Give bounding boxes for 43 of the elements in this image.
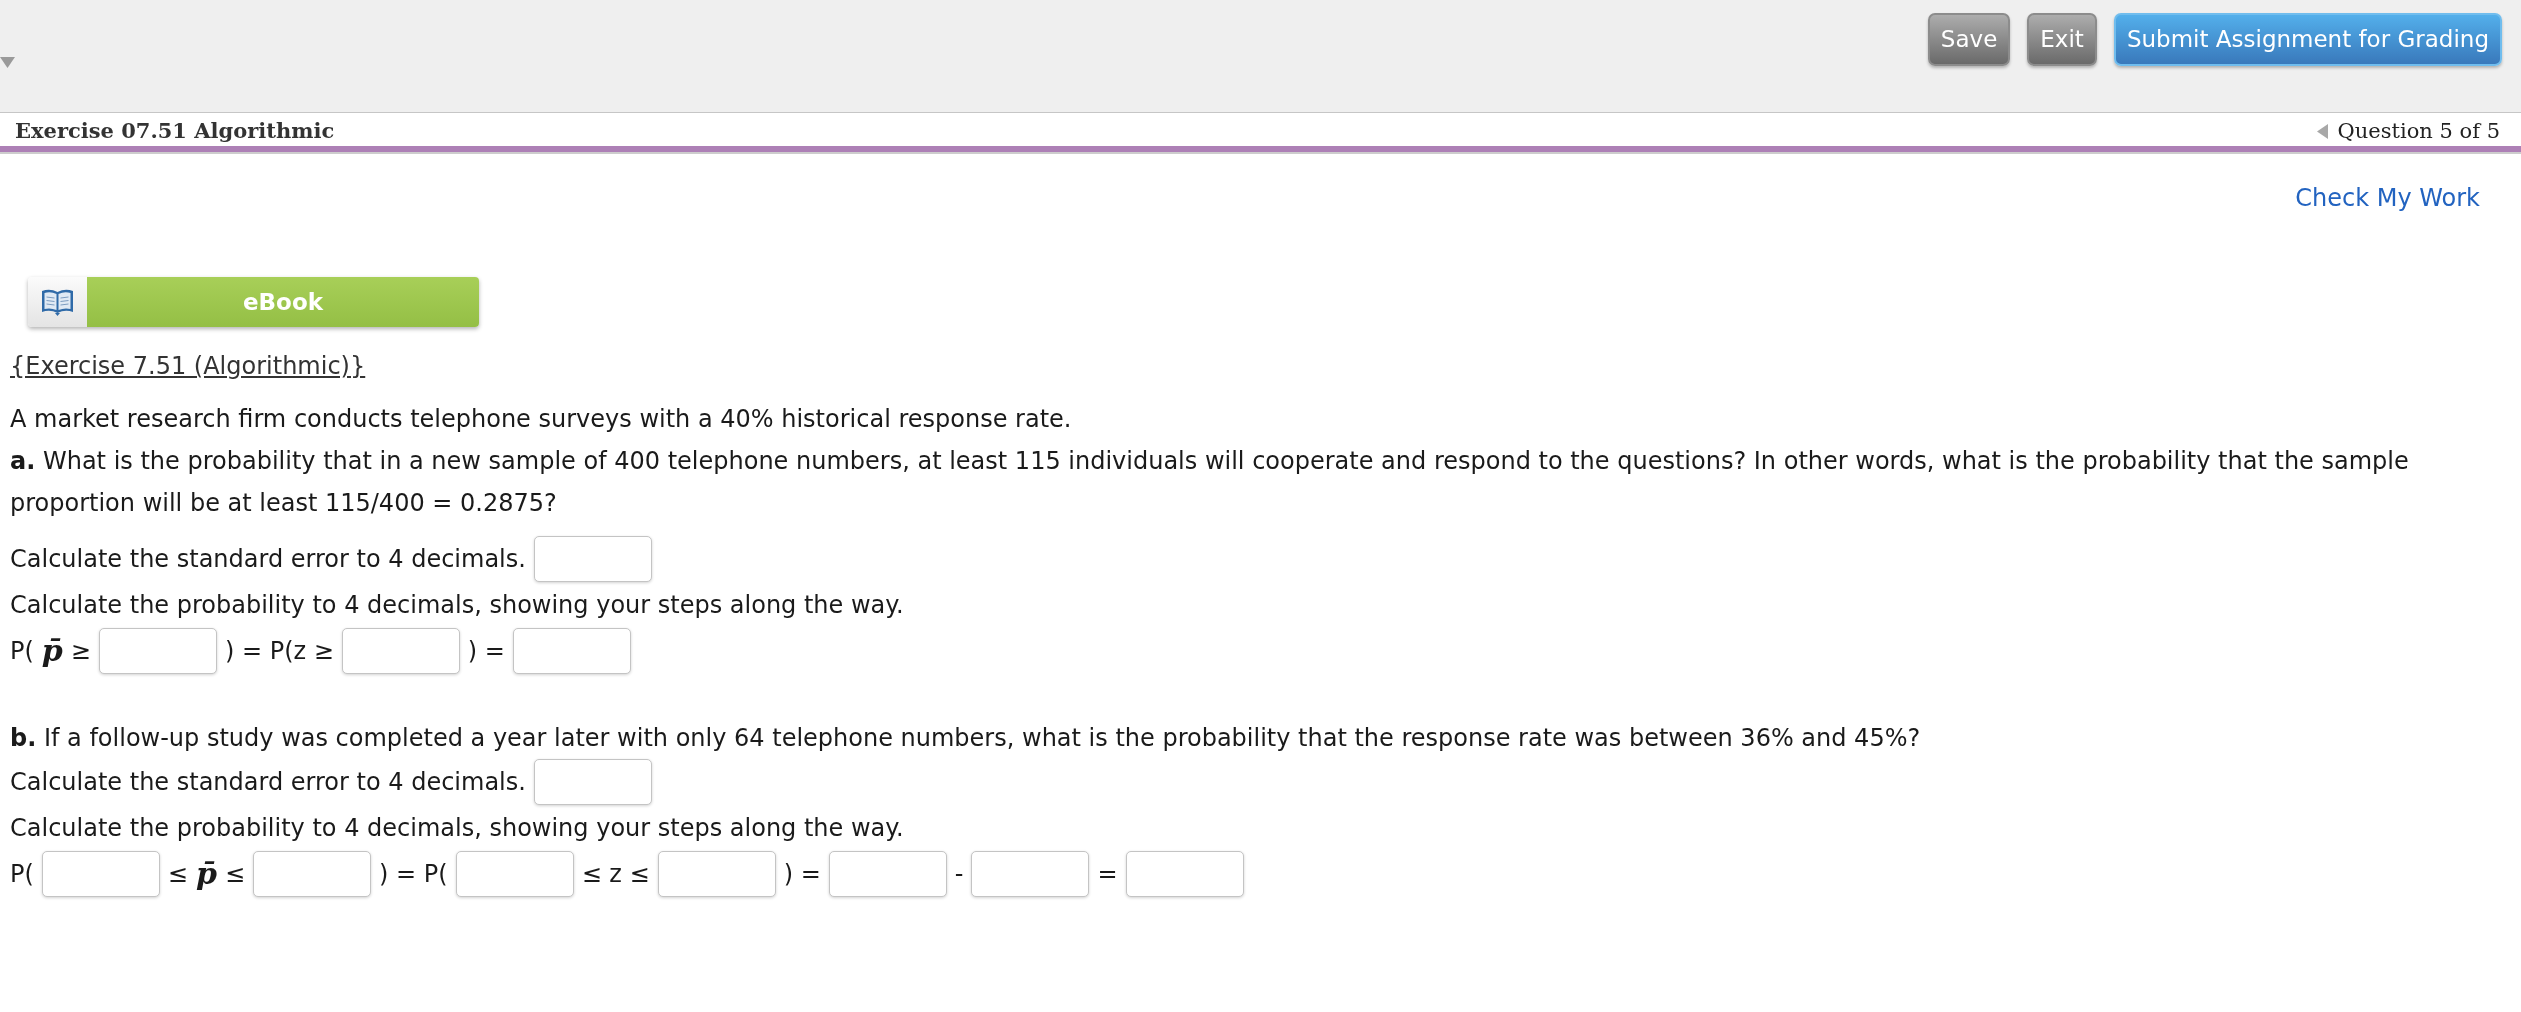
instruction-text: Calculate the probability to 4 decimals, showing your steps along the way.: [10, 590, 904, 621]
math-text: ≤: [167, 859, 188, 890]
answer-field[interactable]: [512, 628, 631, 674]
question-indicator: Question 5 of 5: [2337, 121, 2500, 142]
instruction-text: Calculate the standard error to 4 decimals.: [10, 544, 526, 575]
math-text: ) = P(: [379, 859, 448, 890]
answer-field[interactable]: [455, 851, 574, 897]
answer-field[interactable]: [533, 536, 652, 582]
math-text: P(: [10, 636, 34, 667]
answer-field[interactable]: [1125, 851, 1244, 897]
instruction-text: Calculate the probability to 4 decimals, showing your steps along the way.: [10, 813, 904, 844]
intro-text: A market research firm conducts telephone surveys with a 40% historical response rate.: [10, 404, 1073, 435]
toolbar-button[interactable]: Save: [1927, 13, 2011, 66]
math-text: P(: [10, 859, 34, 890]
math-text: ≤ z ≤: [581, 859, 650, 890]
question-text: b. If a follow-up study was completed a year later with only 64 telephone numbers, what is the probability that the response rate was between 36% and 45%?: [10, 723, 1922, 754]
answer-field[interactable]: [533, 759, 652, 805]
instruction-text: Calculate the standard error to 4 decimals.: [10, 767, 526, 798]
exercise-link[interactable]: {Exercise 7.51 (Algorithmic)}: [10, 351, 366, 381]
answer-field[interactable]: [98, 628, 217, 674]
math-text: ) =: [467, 636, 505, 667]
check-my-work-link[interactable]: Check My Work: [2295, 183, 2480, 213]
math-text: ) =: [783, 859, 821, 890]
p-bar-symbol: p̄: [41, 636, 63, 666]
math-text: ≥: [70, 636, 91, 667]
answer-field[interactable]: [828, 851, 947, 897]
submit-button[interactable]: Submit Assignment for Grading: [2113, 13, 2502, 66]
math-text: ≤: [224, 859, 246, 890]
exercise-title: Exercise 07.51 Algorithmic: [15, 120, 335, 145]
math-text: =: [1097, 859, 1118, 890]
caret-down-icon[interactable]: [0, 57, 15, 68]
p-bar-symbol: p̄: [195, 859, 217, 889]
caret-left-icon[interactable]: [2316, 124, 2328, 139]
answer-field[interactable]: [971, 851, 1090, 897]
book-icon: [41, 288, 74, 316]
answer-field[interactable]: [341, 628, 460, 674]
toolbar-button[interactable]: Exit: [2027, 13, 2097, 66]
math-text: -: [954, 859, 964, 890]
answer-field[interactable]: [41, 851, 160, 897]
answer-field[interactable]: [657, 851, 776, 897]
question-text: a. What is the probability that in a new sample of 400 telephone numbers, at least 115 individuals will cooperate and respond to the questions? In other words, what is the probability that the sample proportion will be at least 115/400 = 0.2875?: [10, 446, 2410, 519]
answer-field[interactable]: [253, 851, 372, 897]
math-text: ) = P(z ≥: [224, 636, 334, 667]
